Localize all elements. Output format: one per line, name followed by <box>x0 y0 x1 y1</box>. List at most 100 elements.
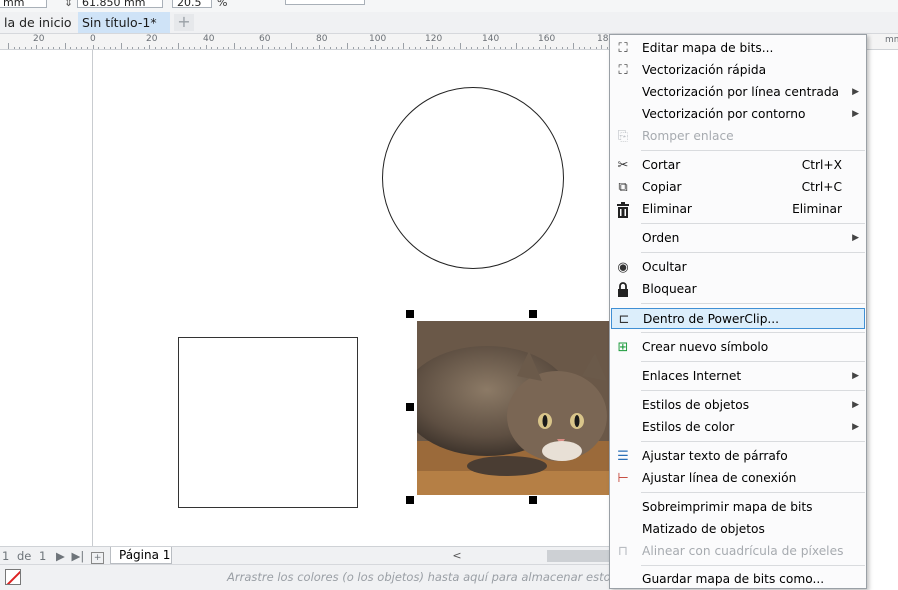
ruler-tick <box>466 47 467 49</box>
menu-item-order[interactable]: Orden ▶ <box>611 228 865 249</box>
menu-item-new-symbol[interactable]: ⊞ Crear nuevo símbolo <box>611 337 865 358</box>
ruler-tick <box>144 47 145 49</box>
total-pages: 1 <box>39 549 47 563</box>
break-link-icon: ⎘ <box>617 129 629 144</box>
menu-item-outline-trace[interactable]: Vectorización por contorno ▶ <box>611 104 865 125</box>
ruler-tick <box>127 47 128 49</box>
selection-handle-nw[interactable] <box>406 310 414 318</box>
selection-handle-n[interactable] <box>529 310 537 318</box>
ruler-tick <box>387 47 388 49</box>
lock-icon <box>615 282 631 298</box>
current-page-number: 1 <box>2 549 10 563</box>
tab-document[interactable]: Sin título-1* <box>78 12 170 33</box>
ruler-tick <box>31 47 32 49</box>
ruler-tick <box>307 47 308 49</box>
menu-item-overprint-bitmap[interactable]: Sobreimprimir mapa de bits <box>611 497 865 518</box>
ruler-tick <box>200 47 201 49</box>
ruler-tick <box>110 47 111 49</box>
selection-handle-s[interactable] <box>529 496 537 504</box>
menu-item-wrap-paragraph[interactable]: ☰ Ajustar texto de párrafo <box>611 446 865 467</box>
last-page-icon[interactable]: ▶| <box>72 549 85 563</box>
submenu-arrow-icon: ▶ <box>852 400 859 410</box>
menu-item-copy[interactable]: ⧉ Copiar Ctrl+C <box>611 177 865 198</box>
ruler-tick <box>449 47 450 49</box>
ruler-tick <box>454 47 455 49</box>
page-border <box>92 50 93 546</box>
menu-item-cut[interactable]: ✂ Cortar Ctrl+X <box>611 155 865 176</box>
ruler-label: 140 <box>482 34 500 44</box>
menu-separator <box>641 252 865 253</box>
tab-welcome[interactable]: la de inicio <box>0 12 76 33</box>
menu-item-color-styles[interactable]: Estilos de color ▶ <box>611 417 865 438</box>
menu-item-align-pixel-grid: ⊓ Alinear con cuadrícula de píxeles <box>611 541 865 562</box>
cat-bitmap[interactable] <box>417 321 610 495</box>
canvas-right-area <box>867 50 898 589</box>
palette-hint: Arrastre los colores (o los objetos) has… <box>227 570 662 584</box>
scale-field[interactable]: 20.5 <box>172 0 212 8</box>
tab-label: Sin título-1* <box>82 15 157 30</box>
menu-item-label: Estilos de objetos <box>642 398 750 412</box>
ruler-tick <box>8 43 9 49</box>
menu-item-shortcut: Ctrl+C <box>801 180 842 194</box>
add-page-icon[interactable]: + <box>90 552 105 564</box>
ruler-tick <box>545 45 546 49</box>
menu-item-label: Eliminar <box>642 202 692 216</box>
rectangle-shape[interactable] <box>178 337 358 508</box>
menu-item-powerclip[interactable]: ⊏ Dentro de PowerClip... <box>611 308 865 329</box>
ruler-tick <box>245 47 246 49</box>
page-tab-label: Página 1 <box>119 548 171 562</box>
page-tab-1[interactable]: Página 1 <box>110 547 172 564</box>
menu-item-object-styles[interactable]: Estilos de objetos ▶ <box>611 395 865 416</box>
menu-item-label: Ajustar texto de párrafo <box>642 449 788 463</box>
ruler-tick <box>115 47 116 49</box>
ruler-label: 40 <box>203 34 215 44</box>
ruler-tick <box>19 47 20 49</box>
next-page-icon[interactable]: ▶ <box>56 549 65 563</box>
menu-item-centerline-trace[interactable]: Vectorización por línea centrada ▶ <box>611 82 865 103</box>
ruler-tick <box>296 47 297 49</box>
ruler-unit-label: mm <box>885 35 898 45</box>
menu-separator <box>641 441 865 442</box>
ruler-tick <box>483 47 484 49</box>
lock-ratio-icon[interactable]: ⇕ <box>64 0 73 9</box>
menu-item-label: Dentro de PowerClip... <box>643 312 780 326</box>
unit-field[interactable]: mm <box>0 0 47 8</box>
ellipse-shape[interactable] <box>382 87 564 269</box>
menu-item-delete[interactable]: Eliminar Eliminar <box>611 199 865 220</box>
selection-handle-sw[interactable] <box>406 496 414 504</box>
size-field[interactable]: 61.850 mm <box>77 0 163 8</box>
horizontal-scroll-thumb[interactable] <box>547 550 610 562</box>
ruler-tick <box>511 47 512 49</box>
menu-item-edit-bitmap[interactable]: ⛶ Editar mapa de bits... <box>611 38 865 59</box>
ruler-tick <box>87 47 88 49</box>
ruler-tick <box>104 47 105 49</box>
ruler-tick <box>59 47 60 49</box>
ruler-tick <box>601 45 602 49</box>
add-tab-icon[interactable]: + <box>174 14 194 31</box>
wrap-text-icon: ☰ <box>617 449 629 464</box>
menu-item-label: Editar mapa de bits... <box>642 41 774 55</box>
tab-label: la de inicio <box>4 15 72 30</box>
ruler-tick <box>155 47 156 49</box>
ruler-tick <box>370 47 371 49</box>
menu-item-hide[interactable]: ◉ Ocultar <box>611 257 865 278</box>
ruler-tick <box>194 47 195 49</box>
menu-item-lock[interactable]: Bloquear <box>611 279 865 300</box>
menu-item-object-hinting[interactable]: Matizado de objetos <box>611 519 865 540</box>
ruler-tick <box>533 47 534 49</box>
property-dropdown[interactable] <box>285 0 365 5</box>
menu-item-connector[interactable]: ⊢ Ajustar línea de conexión <box>611 468 865 489</box>
no-color-swatch-icon[interactable] <box>5 569 21 585</box>
menu-item-label: Bloquear <box>642 282 697 296</box>
menu-item-label: Estilos de color <box>642 420 735 434</box>
ruler-tick <box>81 47 82 49</box>
ruler-tick <box>443 47 444 49</box>
selection-handle-w[interactable] <box>406 403 414 411</box>
menu-item-save-bitmap[interactable]: Guardar mapa de bits como... <box>611 569 865 590</box>
menu-item-quick-trace[interactable]: ⛶ Vectorización rápida <box>611 60 865 81</box>
ruler-tick <box>381 47 382 49</box>
ruler-label: 18 <box>597 34 609 44</box>
menu-item-internet-links[interactable]: Enlaces Internet ▶ <box>611 366 865 387</box>
scroll-left-icon[interactable]: < <box>450 547 464 564</box>
quick-trace-icon: ⛶ <box>618 63 628 78</box>
